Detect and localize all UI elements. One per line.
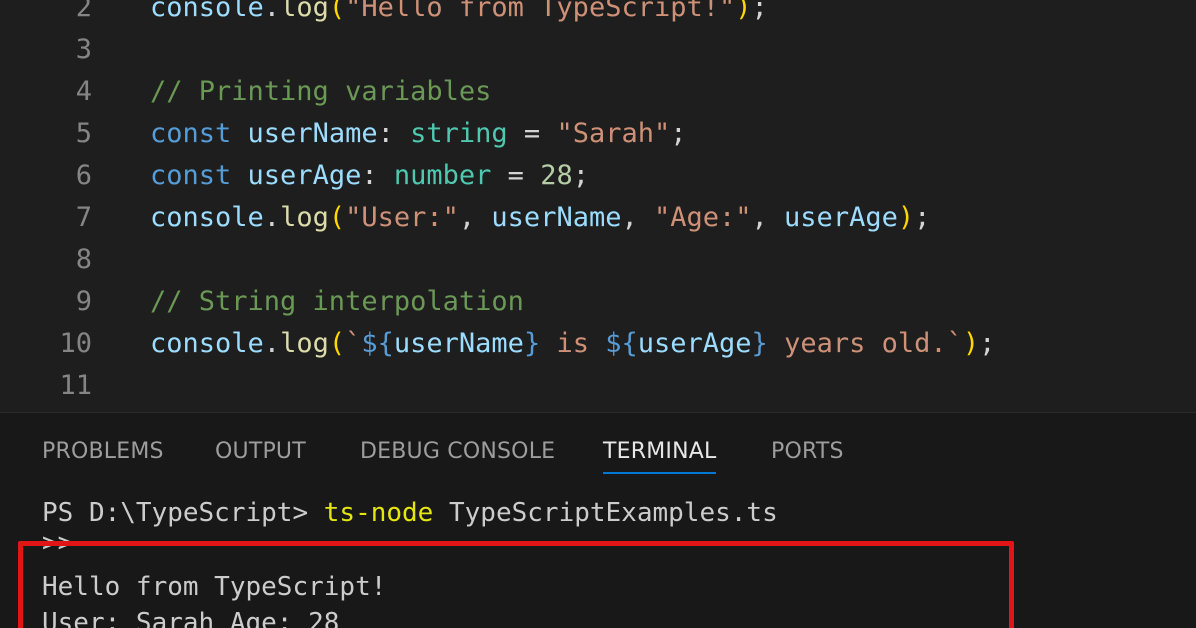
code-line[interactable]: 11 — [0, 365, 1196, 407]
line-number: 7 — [75, 202, 92, 233]
code-token: is — [540, 328, 606, 359]
code-line[interactable]: 5 const userName: string = "Sarah"; — [0, 113, 1196, 155]
code-token: "Sarah" — [556, 118, 671, 149]
line-code: // String interpolation — [150, 281, 524, 323]
tab-debug-console[interactable]: DEBUG CONSOLE — [360, 439, 555, 472]
terminal-command-line: PS D:\TypeScript> ts-node TypeScriptExam… — [42, 495, 778, 531]
code-token: "Hello from TypeScript!" — [345, 0, 736, 23]
code-token: "Age:" — [653, 202, 752, 233]
terminal-continuation: >> — [42, 528, 74, 558]
code-token: const — [150, 160, 232, 191]
code-token: } — [523, 328, 541, 359]
line-code: // Printing variables — [150, 71, 491, 113]
panel-tab-bar: PROBLEMS OUTPUT DEBUG CONSOLE TERMINAL P… — [0, 413, 1196, 493]
code-token: ( — [328, 0, 346, 23]
line-code: console.log("User:", userName, "Age:", u… — [150, 197, 930, 239]
code-token: . — [263, 0, 281, 23]
code-token: = — [507, 118, 557, 149]
code-token: console — [150, 202, 264, 233]
code-line[interactable]: 10 console.log(`${userName} is ${userAge}… — [0, 323, 1196, 365]
line-number: 8 — [75, 244, 92, 275]
line-number: 3 — [75, 34, 92, 65]
line-code: console.log(`${userName} is ${userAge} y… — [150, 323, 995, 365]
tab-ports[interactable]: PORTS — [771, 439, 844, 472]
code-token: // String interpolation — [150, 286, 524, 317]
code-token: userName — [393, 328, 524, 359]
code-token: ${ — [605, 328, 638, 359]
tab-problems[interactable]: PROBLEMS — [42, 439, 164, 472]
code-token: . — [263, 328, 281, 359]
code-token: string — [410, 118, 508, 149]
line-code: console.log("Hello from TypeScript!"); — [150, 0, 768, 29]
tab-terminal[interactable]: TERMINAL — [603, 439, 717, 474]
terminal-output-line: User: Sarah Age: 28 — [42, 608, 340, 628]
code-token: ; — [751, 0, 768, 23]
code-token: = — [491, 160, 541, 191]
code-token: ` — [345, 328, 362, 359]
line-number: 9 — [75, 286, 92, 317]
code-token: , — [621, 202, 654, 233]
code-token: : — [361, 160, 394, 191]
code-token: log — [280, 0, 329, 23]
code-token: ; — [572, 160, 589, 191]
line-number: 5 — [75, 118, 92, 149]
code-token: console — [150, 0, 264, 23]
code-token: const — [150, 118, 232, 149]
code-line[interactable]: 4 // Printing variables — [0, 71, 1196, 113]
code-editor[interactable]: 2 console.log("Hello from TypeScript!"); 3… — [0, 0, 1196, 412]
line-number: 10 — [59, 328, 92, 359]
code-token: 28 — [540, 160, 573, 191]
terminal-output[interactable]: PS D:\TypeScript> ts-node TypeScriptExam… — [0, 493, 1196, 628]
code-token: } — [751, 328, 768, 359]
code-token: "User:" — [345, 202, 459, 233]
code-token: userAge — [637, 328, 752, 359]
line-number: 6 — [75, 160, 92, 191]
code-token: ( — [328, 202, 346, 233]
code-line[interactable]: 7 console.log("User:", userName, "Age:", … — [0, 197, 1196, 239]
code-token: log — [280, 202, 329, 233]
code-token: : — [377, 118, 411, 149]
code-token: ) — [735, 0, 752, 23]
code-token: userName — [247, 118, 378, 149]
code-line[interactable]: 9 // String interpolation — [0, 281, 1196, 323]
code-token: . — [263, 202, 281, 233]
code-token: ( — [328, 328, 346, 359]
code-token: ; — [914, 202, 931, 233]
code-token: userAge — [247, 160, 362, 191]
code-token: ; — [670, 118, 687, 149]
code-token: ${ — [361, 328, 394, 359]
line-code: const userName: string = "Sarah"; — [150, 113, 687, 155]
tab-output[interactable]: OUTPUT — [215, 439, 306, 472]
terminal-command-argument: TypeScriptExamples.ts — [433, 498, 778, 528]
code-token: userName — [491, 202, 622, 233]
code-token: console — [150, 328, 264, 359]
line-number: 11 — [59, 370, 92, 401]
code-token: userAge — [784, 202, 898, 233]
line-number: 4 — [75, 76, 92, 107]
code-token: ) — [897, 202, 915, 233]
line-number: 2 — [75, 0, 92, 23]
code-line[interactable]: 8 — [0, 239, 1196, 281]
bottom-panel: PROBLEMS OUTPUT DEBUG CONSOLE TERMINAL P… — [0, 412, 1196, 628]
code-token: , — [751, 202, 785, 233]
code-line[interactable]: 3 — [0, 29, 1196, 71]
code-token: number — [393, 160, 492, 191]
line-code: const userAge: number = 28; — [150, 155, 589, 197]
code-token: , — [458, 202, 492, 233]
code-token: years old.` — [767, 328, 963, 359]
code-token: // Printing variables — [150, 76, 492, 107]
code-token: log — [280, 328, 329, 359]
code-token: ) — [962, 328, 980, 359]
terminal-output-line: Hello from TypeScript! — [42, 572, 387, 602]
code-token: ; — [979, 328, 996, 359]
code-line[interactable]: 6 const userAge: number = 28; — [0, 155, 1196, 197]
terminal-prompt: PS D:\TypeScript> — [42, 498, 324, 528]
terminal-command: ts-node — [323, 498, 434, 528]
code-line[interactable]: 2 console.log("Hello from TypeScript!"); — [0, 0, 1196, 29]
